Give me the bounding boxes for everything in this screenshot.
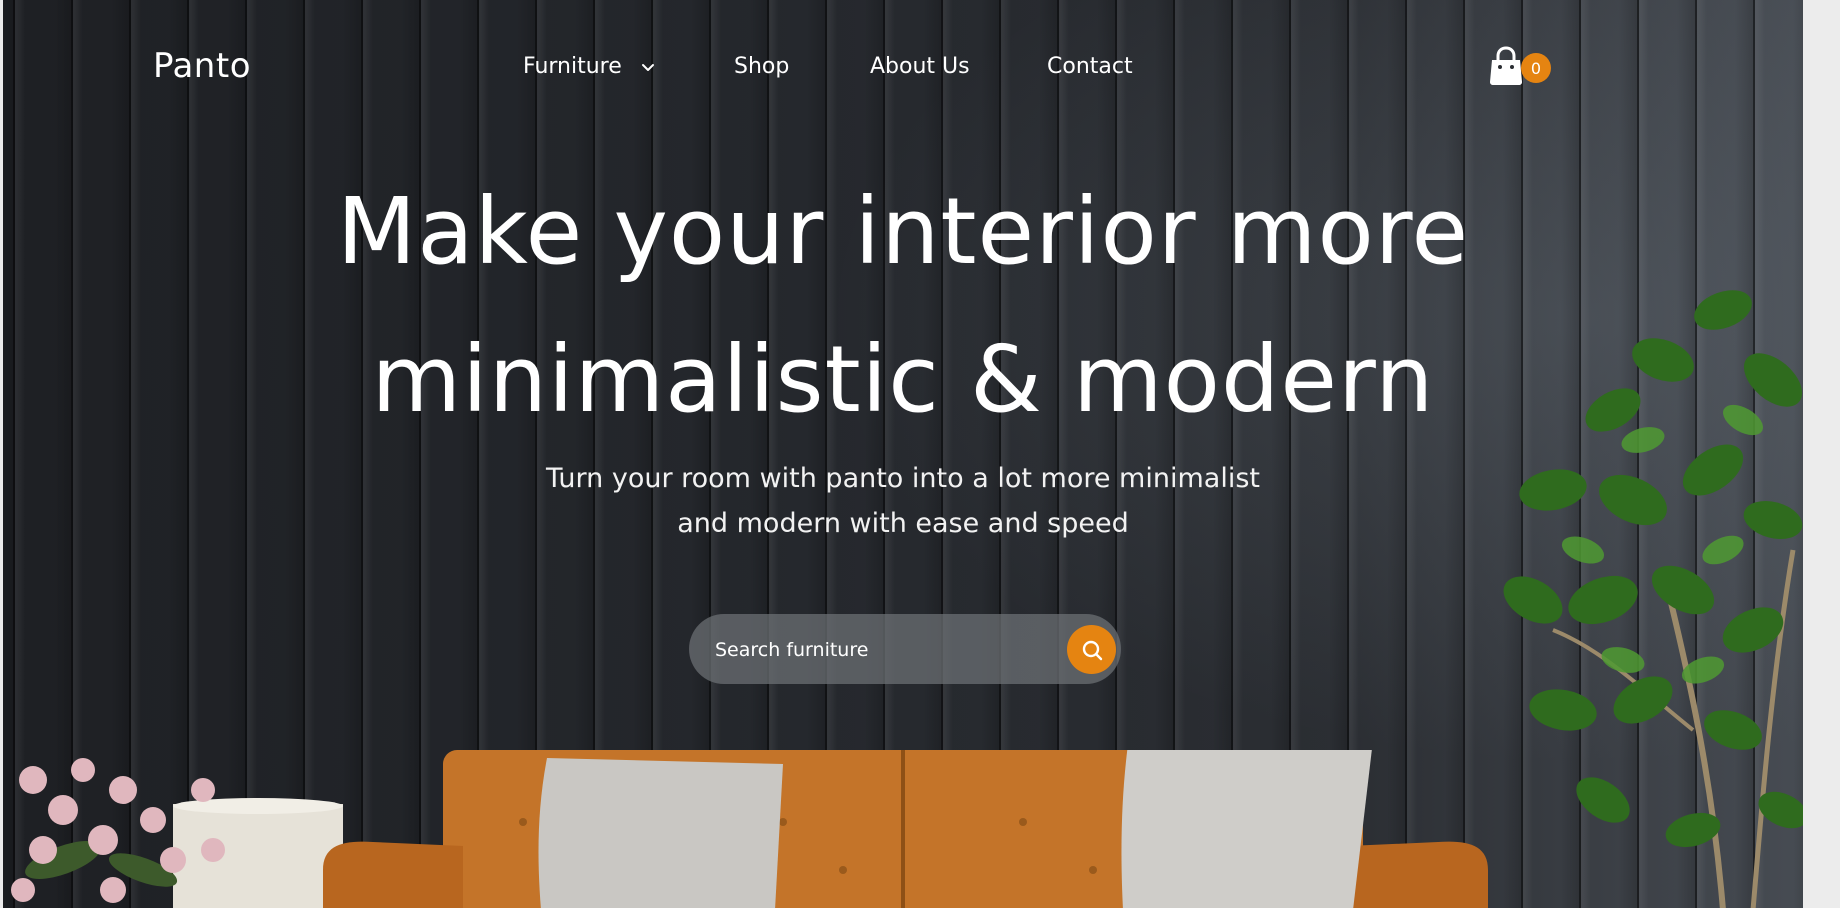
nav-item-furniture[interactable]: Furniture: [523, 54, 656, 79]
site-header: Panto Furniture Shop About Us Contact 0: [3, 0, 1803, 140]
nav-item-label: About Us: [870, 54, 970, 79]
headline-line: minimalistic & modern: [371, 326, 1435, 433]
subtitle-line: and modern with ease and speed: [677, 508, 1129, 539]
nav-item-shop[interactable]: Shop: [734, 54, 789, 79]
hero-section: Panto Furniture Shop About Us Contact 0 …: [3, 0, 1803, 908]
nav-item-contact[interactable]: Contact: [1047, 54, 1133, 79]
subtitle-line: Turn your room with panto into a lot mor…: [546, 463, 1260, 494]
hero-headline: Make your interior more minimalistic & m…: [253, 158, 1553, 454]
search-bar: [689, 614, 1121, 686]
chevron-down-icon: [641, 63, 654, 71]
nav-item-label: Shop: [734, 54, 790, 79]
sofa-image: [323, 750, 1488, 908]
search-button[interactable]: [1067, 625, 1116, 674]
search-icon: [1082, 640, 1102, 660]
logo[interactable]: Panto: [153, 46, 251, 86]
cart-button[interactable]: 0: [1489, 46, 1555, 90]
nav-item-label: Furniture: [523, 54, 622, 79]
nav-item-label: Contact: [1047, 54, 1133, 79]
flowers-vase-image: [11, 758, 343, 908]
nav-item-about-us[interactable]: About Us: [870, 54, 970, 79]
search-input[interactable]: [713, 614, 1037, 686]
headline-line: Make your interior more: [336, 178, 1470, 285]
hero-subtitle: Turn your room with panto into a lot mor…: [503, 456, 1303, 546]
cart-count-badge: 0: [1521, 53, 1551, 83]
shopping-bag-icon: [1490, 46, 1522, 85]
